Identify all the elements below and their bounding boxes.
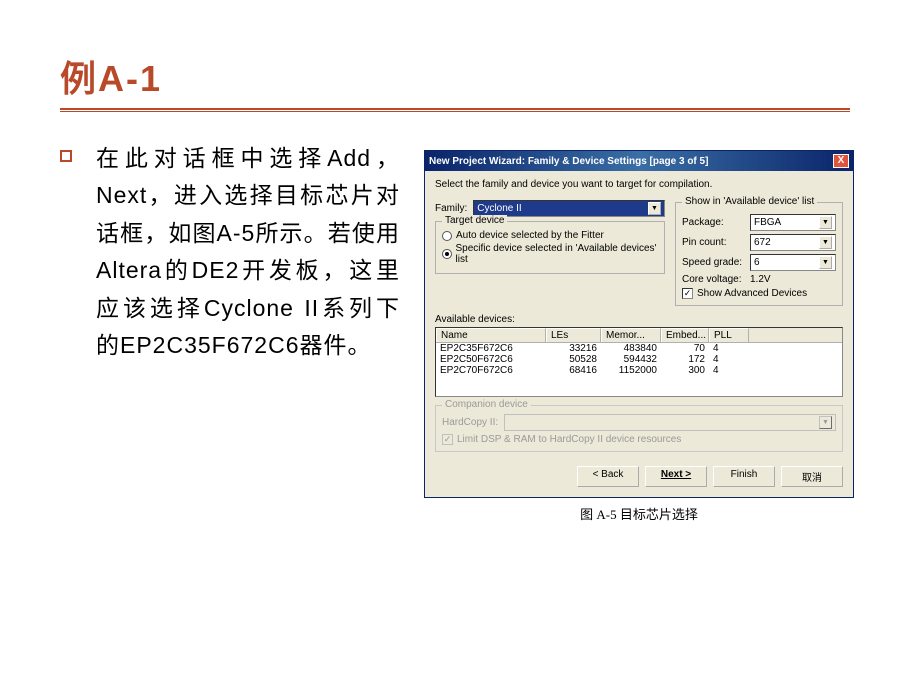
close-icon[interactable]: X bbox=[833, 154, 849, 168]
hardcopy-combo: ▼ bbox=[504, 414, 836, 431]
core-label: Core voltage: bbox=[682, 274, 750, 285]
cell-pll: 4 bbox=[709, 354, 749, 365]
cell-mem: 594432 bbox=[601, 354, 661, 365]
cell-les: 33216 bbox=[546, 343, 601, 354]
package-label: Package: bbox=[682, 217, 750, 228]
wizard-dialog: New Project Wizard: Family & Device Sett… bbox=[424, 150, 854, 498]
listview-header[interactable]: Name LEs Memor... Embed... PLL bbox=[436, 328, 842, 343]
cancel-button[interactable]: 取消 bbox=[781, 466, 843, 487]
chevron-down-icon[interactable]: ▼ bbox=[819, 216, 832, 229]
dialog-title: New Project Wizard: Family & Device Sett… bbox=[429, 156, 708, 167]
hardcopy-label: HardCopy II: bbox=[442, 417, 498, 428]
cell-emb: 300 bbox=[661, 365, 709, 376]
filter-group: Show in 'Available device' list Package:… bbox=[675, 202, 843, 306]
speed-row: Speed grade: 6 ▼ bbox=[682, 254, 836, 271]
pin-value: 672 bbox=[754, 237, 771, 248]
cell-les: 68416 bbox=[546, 365, 601, 376]
checkbox-icon[interactable]: ✓ bbox=[682, 288, 693, 299]
dialog-body: Select the family and device you want to… bbox=[425, 171, 853, 458]
title-underline bbox=[60, 108, 850, 112]
cell-les: 50528 bbox=[546, 354, 601, 365]
adv-check-row[interactable]: ✓ Show Advanced Devices bbox=[682, 288, 836, 299]
family-column: Family: Cyclone II ▼ Target device bbox=[435, 200, 665, 306]
hardcopy-row: HardCopy II: ▼ bbox=[442, 414, 836, 431]
table-row[interactable]: EP2C50F672C6 50528 594432 172 4 bbox=[436, 354, 842, 365]
family-label: Family: bbox=[435, 203, 467, 214]
available-label: Available devices: bbox=[435, 314, 843, 325]
col-pll[interactable]: PLL bbox=[709, 328, 749, 342]
package-row: Package: FBGA ▼ bbox=[682, 214, 836, 231]
cell-name: EP2C35F672C6 bbox=[436, 343, 546, 354]
cell-emb: 172 bbox=[661, 354, 709, 365]
family-value: Cyclone II bbox=[477, 203, 521, 214]
radio-auto[interactable]: Auto device selected by the Fitter bbox=[442, 230, 658, 241]
cell-pll: 4 bbox=[709, 365, 749, 376]
col-les[interactable]: LEs bbox=[546, 328, 601, 342]
limit-check-row: ✓ Limit DSP & RAM to HardCopy II device … bbox=[442, 434, 836, 445]
target-device-group: Target device Auto device selected by th… bbox=[435, 221, 665, 274]
radio-specific[interactable]: Specific device selected in 'Available d… bbox=[442, 243, 658, 265]
filter-group-label: Show in 'Available device' list bbox=[682, 196, 817, 207]
filter-column: Show in 'Available device' list Package:… bbox=[675, 200, 843, 306]
speed-label: Speed grade: bbox=[682, 257, 750, 268]
chevron-down-icon[interactable]: ▼ bbox=[819, 256, 832, 269]
companion-group: Companion device HardCopy II: ▼ ✓ Limit … bbox=[435, 405, 843, 452]
radio-auto-label: Auto device selected by the Fitter bbox=[456, 230, 604, 241]
finish-button[interactable]: Finish bbox=[713, 466, 775, 487]
target-device-label: Target device bbox=[442, 215, 507, 226]
titlebar[interactable]: New Project Wizard: Family & Device Sett… bbox=[425, 151, 853, 171]
cell-name: EP2C70F672C6 bbox=[436, 365, 546, 376]
instruction-text: Select the family and device you want to… bbox=[435, 179, 843, 190]
table-row[interactable]: EP2C70F672C6 68416 1152000 300 4 bbox=[436, 365, 842, 376]
cell-pll: 4 bbox=[709, 343, 749, 354]
device-listview[interactable]: Name LEs Memor... Embed... PLL EP2C35F67… bbox=[435, 327, 843, 397]
button-row: < Back Next > Finish 取消 bbox=[425, 458, 853, 497]
pin-row: Pin count: 672 ▼ bbox=[682, 234, 836, 251]
adv-label: Show Advanced Devices bbox=[697, 288, 807, 299]
pin-label: Pin count: bbox=[682, 237, 750, 248]
chevron-down-icon[interactable]: ▼ bbox=[648, 202, 661, 215]
cell-mem: 1152000 bbox=[601, 365, 661, 376]
speed-combo[interactable]: 6 ▼ bbox=[750, 254, 836, 271]
top-row: Family: Cyclone II ▼ Target device bbox=[435, 200, 843, 306]
package-combo[interactable]: FBGA ▼ bbox=[750, 214, 836, 231]
col-mem[interactable]: Memor... bbox=[601, 328, 661, 342]
col-name[interactable]: Name bbox=[436, 328, 546, 342]
bullet-column: 在此对话框中选择Add，Next，进入选择目标芯片对话框，如图A-5所示。若使用… bbox=[60, 140, 400, 523]
cell-mem: 483840 bbox=[601, 343, 661, 354]
radio-specific-label: Specific device selected in 'Available d… bbox=[456, 243, 659, 265]
figure-column: New Project Wizard: Family & Device Sett… bbox=[418, 150, 860, 523]
limit-label: Limit DSP & RAM to HardCopy II device re… bbox=[457, 434, 681, 445]
slide-title: 例A-1 bbox=[60, 50, 860, 102]
content-row: 在此对话框中选择Add，Next，进入选择目标芯片对话框，如图A-5所示。若使用… bbox=[60, 140, 860, 523]
radio-icon[interactable] bbox=[442, 249, 452, 259]
package-value: FBGA bbox=[754, 217, 781, 228]
cell-name: EP2C50F672C6 bbox=[436, 354, 546, 365]
pin-combo[interactable]: 672 ▼ bbox=[750, 234, 836, 251]
next-button[interactable]: Next > bbox=[645, 466, 707, 487]
back-button[interactable]: < Back bbox=[577, 466, 639, 487]
cell-emb: 70 bbox=[661, 343, 709, 354]
companion-label: Companion device bbox=[442, 399, 531, 410]
core-row: Core voltage: 1.2V bbox=[682, 274, 836, 285]
chevron-down-icon[interactable]: ▼ bbox=[819, 236, 832, 249]
speed-value: 6 bbox=[754, 257, 760, 268]
bullet-icon bbox=[60, 150, 72, 162]
table-row[interactable]: EP2C35F672C6 33216 483840 70 4 bbox=[436, 343, 842, 354]
slide: 例A-1 在此对话框中选择Add，Next，进入选择目标芯片对话框，如图A-5所… bbox=[0, 0, 920, 573]
radio-icon[interactable] bbox=[442, 231, 452, 241]
core-value: 1.2V bbox=[750, 274, 771, 285]
col-emb[interactable]: Embed... bbox=[661, 328, 709, 342]
figure-caption: 图 A-5 目标芯片选择 bbox=[580, 504, 698, 523]
chevron-down-icon: ▼ bbox=[819, 416, 832, 429]
bullet-text: 在此对话框中选择Add，Next，进入选择目标芯片对话框，如图A-5所示。若使用… bbox=[96, 140, 400, 523]
checkbox-icon: ✓ bbox=[442, 434, 453, 445]
